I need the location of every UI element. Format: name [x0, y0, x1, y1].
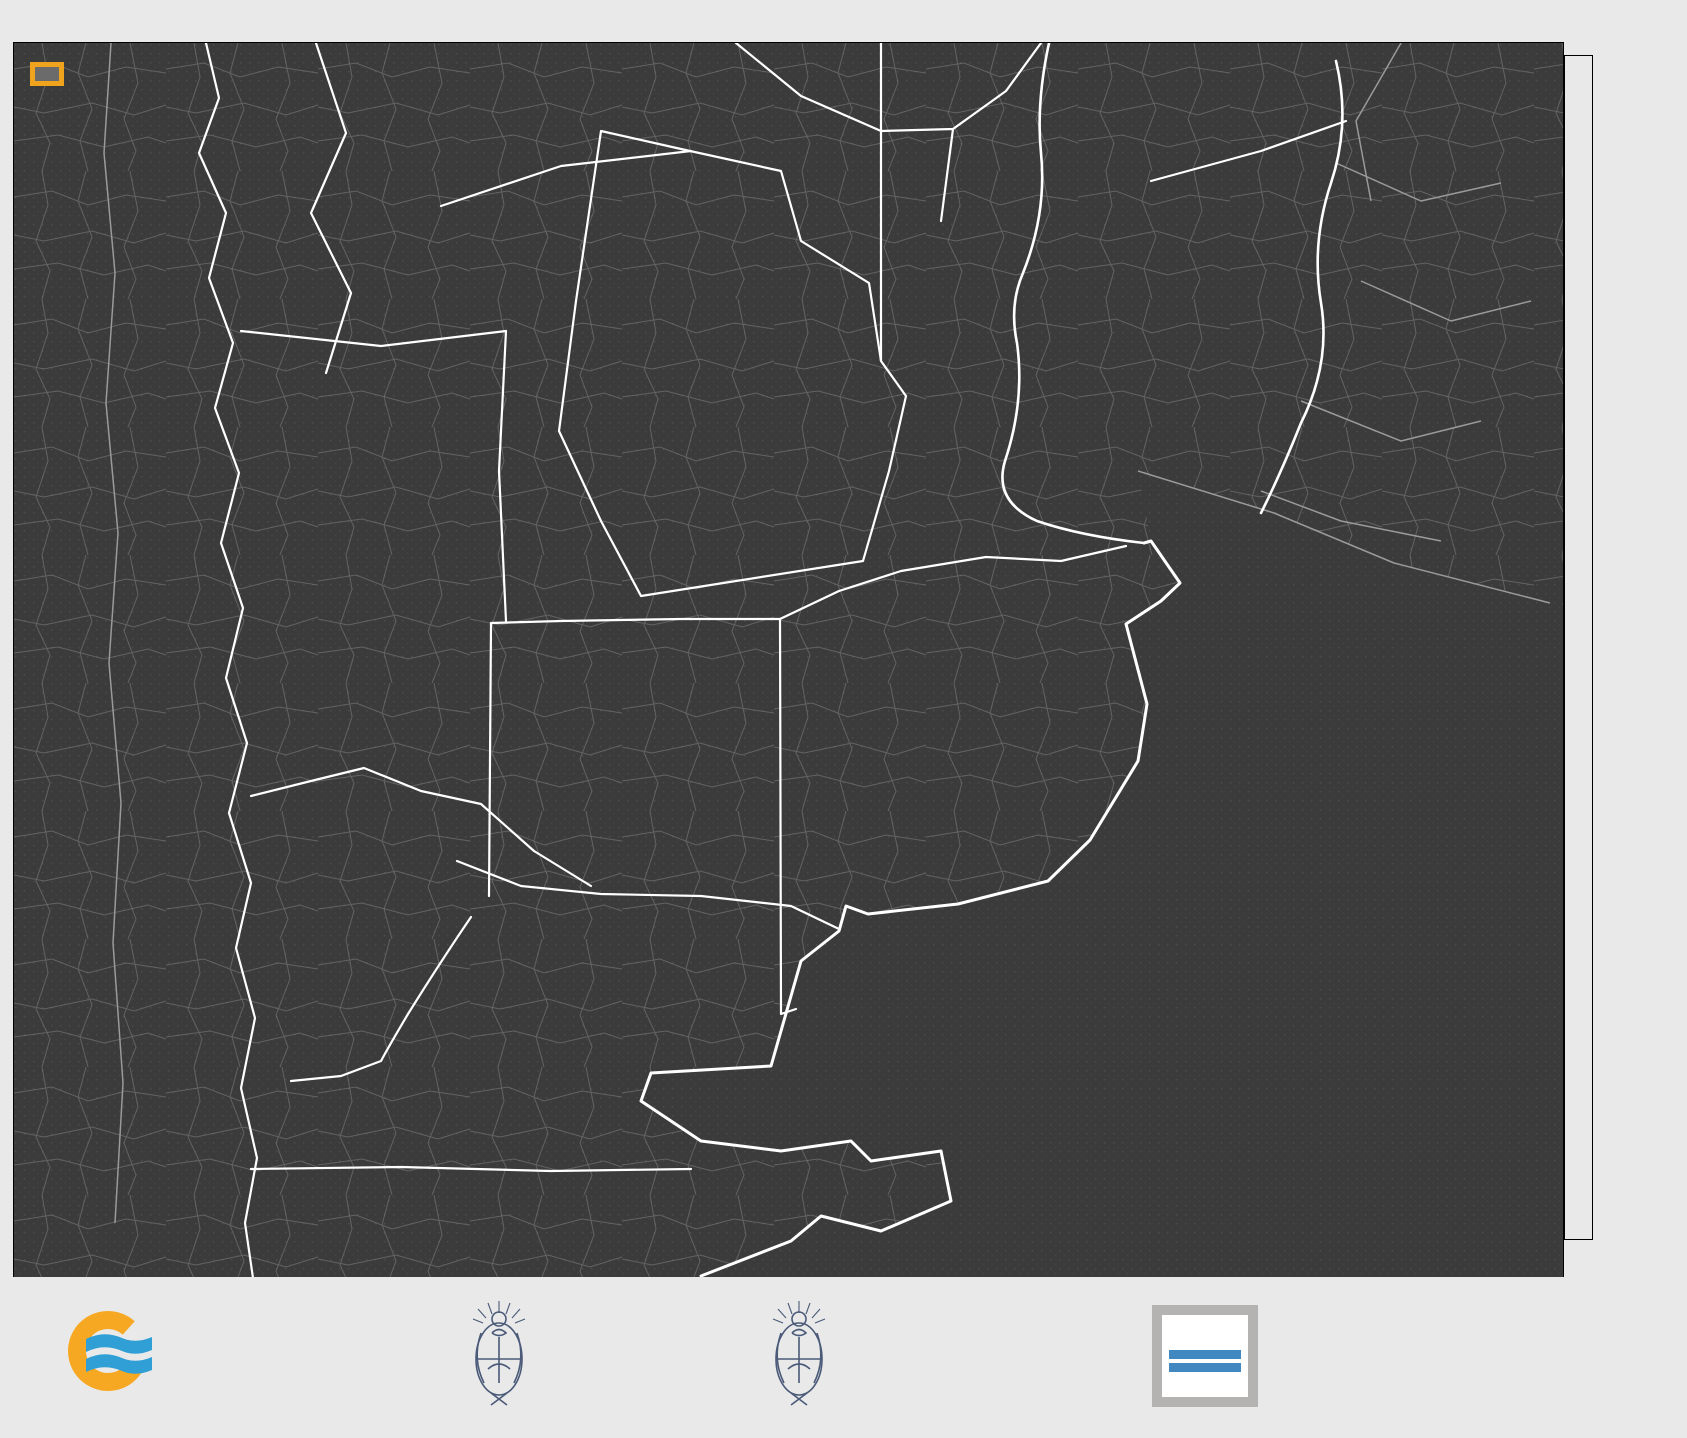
- map-canvas: [14, 43, 1563, 1278]
- inta-logo-inner: [1162, 1315, 1248, 1397]
- smn-logo-icon: [68, 1311, 152, 1391]
- warning-badge: [30, 62, 64, 86]
- defensa-logo: [468, 1295, 544, 1413]
- colorbar-ticks: [1593, 55, 1687, 1240]
- colorbar-gradient: [1564, 55, 1593, 1240]
- smn-logo: [64, 1303, 174, 1399]
- economia-logo: [768, 1295, 844, 1413]
- footer: [0, 1277, 1687, 1438]
- inta-bar-top: [1169, 1349, 1241, 1359]
- coat-of-arms-icon: [772, 1301, 826, 1406]
- radar-map: [13, 42, 1564, 1279]
- inta-logo: [1152, 1305, 1258, 1407]
- radar-mosaic-figure: [0, 0, 1687, 1438]
- coat-of-arms-icon: [472, 1301, 526, 1406]
- colorbar: [1564, 55, 1593, 1240]
- inta-bar-bottom: [1169, 1362, 1241, 1372]
